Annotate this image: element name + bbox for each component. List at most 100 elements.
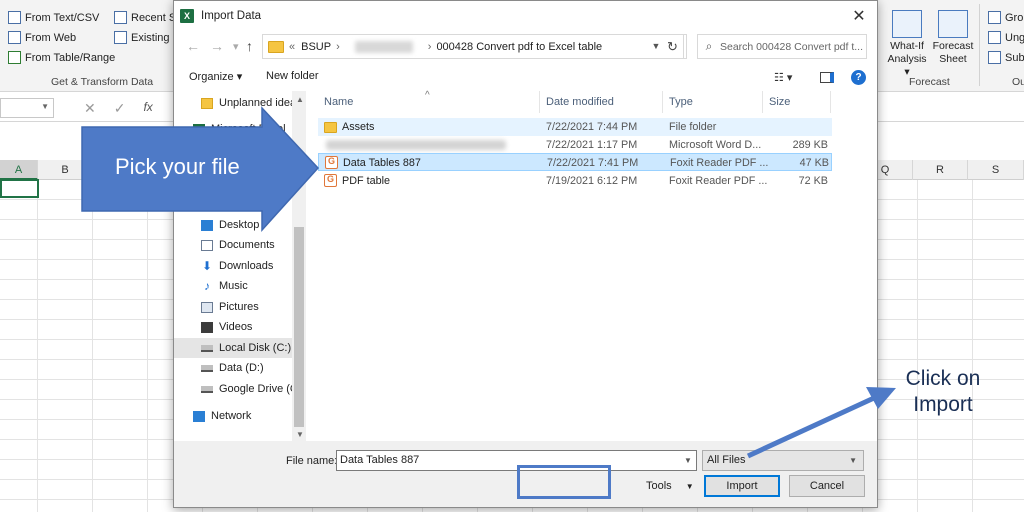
file-type-filter[interactable]: All Files ▼ [702, 450, 864, 471]
subtotal-button[interactable]: Subt [988, 51, 1024, 64]
ungroup-button[interactable]: Ung [988, 31, 1024, 44]
new-folder-button[interactable]: New folder [266, 70, 319, 82]
breadcrumb-redacted [354, 40, 413, 53]
refresh-icon[interactable]: ↻ [659, 34, 687, 59]
nav-item-data-d[interactable]: Data (D:) [201, 358, 293, 378]
file-list: Name ^ Date modified Type Size Assets 7/… [314, 90, 834, 441]
videos-icon [201, 321, 213, 333]
address-overflow[interactable]: « [289, 41, 295, 53]
scroll-down-icon[interactable]: ▼ [296, 430, 304, 439]
folder-icon [268, 40, 284, 53]
file-row-data-tables-887[interactable]: Data Tables 887 7/22/2021 7:41 PM Foxit … [318, 153, 832, 171]
search-input[interactable]: ⌕ Search 000428 Convert pdf t... [697, 34, 867, 59]
what-if-analysis-button[interactable]: What-If Analysis ▾ [884, 10, 930, 79]
folder-icon [324, 122, 337, 133]
file-row-assets[interactable]: Assets 7/22/2021 7:44 PM File folder [318, 118, 832, 136]
organize-button[interactable]: Organize ▾ [189, 70, 242, 83]
connections-icon [114, 31, 127, 44]
nav-scroll-thumb[interactable] [294, 227, 304, 427]
ribbon-separator [979, 4, 980, 86]
back-arrow-icon[interactable]: ← [186, 38, 200, 54]
insert-function-icon[interactable]: fx [143, 100, 152, 117]
excel-icon [193, 123, 205, 135]
nav-item-label: Google Drive (G:) [219, 383, 293, 395]
close-button[interactable]: ✕ [849, 6, 869, 26]
nav-item-videos[interactable]: Videos [201, 317, 293, 337]
download-icon: ⬇ [201, 258, 213, 273]
outline-group-label: Ou [1012, 76, 1024, 88]
active-cell[interactable] [0, 179, 39, 198]
drive-icon [201, 385, 213, 393]
preview-pane-icon[interactable] [820, 72, 834, 83]
column-header-s[interactable]: S [968, 160, 1024, 180]
name-box[interactable]: ▼ [0, 98, 54, 118]
from-web-button[interactable]: From Web [8, 31, 76, 44]
nav-item-3d-objects[interactable]: 3D Objects [201, 186, 293, 206]
view-options-icon[interactable]: ☷ ▾ [774, 71, 792, 84]
column-header-a[interactable]: A [0, 160, 38, 180]
recent-locations-icon[interactable]: ▾ [233, 40, 239, 53]
chevron-down-icon: ▼ [685, 482, 694, 491]
folder-icon [201, 97, 213, 109]
import-button[interactable]: Import [704, 475, 780, 497]
cancel-button[interactable]: Cancel [789, 475, 865, 497]
breadcrumb-current[interactable]: 000428 Convert pdf to Excel table [436, 41, 602, 53]
name-column-header[interactable]: Name ^ [318, 90, 540, 113]
nav-item-music[interactable]: ♪ Music [201, 276, 293, 296]
file-row-word-document[interactable]: 7/22/2021 1:17 PM Microsoft Word D... 28… [318, 136, 832, 154]
breadcrumb-separator[interactable]: › [336, 41, 340, 53]
confirm-entry-icon[interactable]: ✓ [114, 100, 126, 117]
pictures-icon [201, 301, 213, 313]
forward-arrow-icon[interactable]: → [210, 38, 224, 54]
from-table-range-button[interactable]: From Table/Range [8, 51, 115, 64]
from-text-csv-button[interactable]: From Text/CSV [8, 11, 99, 24]
group-button[interactable]: Gro [988, 11, 1023, 24]
dialog-title: Import Data [201, 10, 262, 22]
size-column-header[interactable]: Size [763, 91, 831, 113]
existing-connections-button[interactable]: Existing C [114, 31, 181, 44]
excel-icon: X [180, 9, 194, 23]
nav-item-label: Videos [219, 321, 253, 333]
pick-file-annotation: Pick your file [115, 154, 240, 179]
nav-item-documents[interactable]: Documents [201, 235, 293, 255]
nav-item-label: Microsoft Excel [211, 123, 285, 135]
scroll-up-icon[interactable]: ▲ [296, 95, 304, 104]
nav-item-label: Data (D:) [219, 362, 264, 374]
nav-item-google-drive-g[interactable]: Google Drive (G:) [201, 379, 293, 399]
navigation-bar: ← → ▾ ↑ « BSUP › › 000428 Convert pdf to… [174, 31, 877, 63]
nav-item-unplanned-ideas[interactable]: Unplanned ideas [201, 93, 293, 113]
address-bar[interactable]: « BSUP › › 000428 Convert pdf to Excel t… [262, 34, 684, 59]
column-header-b[interactable]: B [38, 160, 93, 180]
tools-button[interactable]: Tools ▼ [646, 480, 694, 492]
help-icon[interactable]: ? [851, 70, 866, 85]
nav-item-desktop[interactable]: Desktop [201, 215, 293, 235]
import-data-dialog: X Import Data ✕ ← → ▾ ↑ « BSUP › › 00042… [173, 0, 878, 508]
breadcrumb-separator[interactable]: › [428, 41, 432, 53]
nav-item-label: Pictures [219, 301, 259, 313]
chevron-down-icon[interactable]: ▼ [680, 451, 696, 470]
breadcrumb-root[interactable]: BSUP [301, 41, 331, 53]
nav-item-label: Documents [219, 239, 275, 251]
column-header-r[interactable]: R [913, 160, 968, 180]
navigation-pane: Unplanned ideas Microsoft Excel 3D Objects… [174, 91, 306, 441]
drive-icon [201, 364, 213, 372]
file-row-pdf-table[interactable]: PDF table 7/19/2021 6:12 PM Foxit Reader… [318, 172, 832, 190]
what-if-icon [892, 10, 922, 38]
nav-item-network[interactable]: Network [193, 406, 285, 426]
forecast-sheet-button[interactable]: Forecast Sheet [932, 10, 974, 66]
chevron-down-icon: ▼ [849, 456, 857, 465]
type-column-header[interactable]: Type [663, 91, 763, 113]
nav-item-label: Music [219, 280, 248, 292]
up-arrow-icon[interactable]: ↑ [246, 38, 253, 54]
nav-item-pictures[interactable]: Pictures [201, 297, 293, 317]
pdf-file-icon [324, 174, 337, 187]
search-placeholder: Search 000428 Convert pdf t... [720, 40, 864, 53]
subtotal-icon [988, 51, 1001, 64]
nav-item-microsoft-excel[interactable]: Microsoft Excel [193, 119, 285, 139]
nav-item-local-disk-c[interactable]: Local Disk (C:) [174, 338, 292, 358]
nav-item-label: Network [211, 410, 252, 422]
date-column-header[interactable]: Date modified [540, 91, 663, 113]
cancel-entry-icon[interactable]: ✕ [84, 100, 96, 117]
nav-item-downloads[interactable]: ⬇ Downloads [201, 256, 293, 276]
search-icon: ⌕ [705, 39, 713, 53]
